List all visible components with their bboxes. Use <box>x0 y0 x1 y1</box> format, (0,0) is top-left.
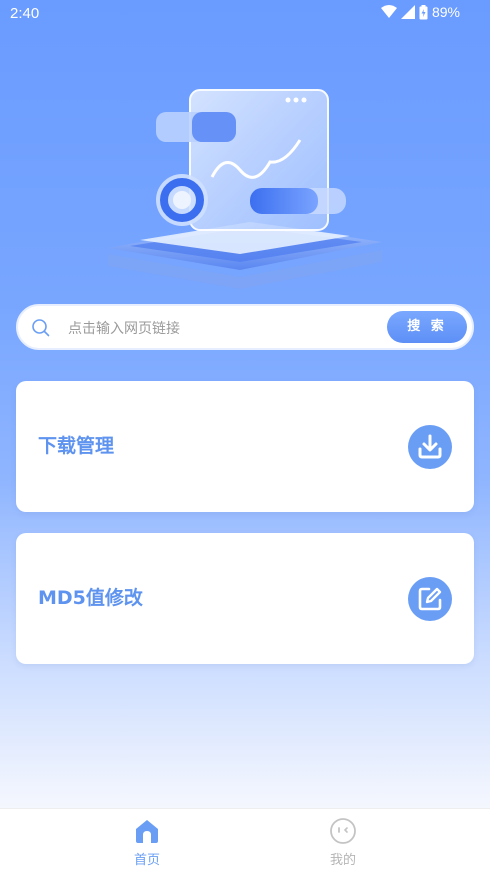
hero-illustration <box>108 89 382 289</box>
download-icon <box>408 425 452 469</box>
search-icon <box>32 319 50 337</box>
nav-item-mine[interactable]: 我的 <box>303 817 383 868</box>
wifi-icon <box>380 5 397 18</box>
download-manager-card[interactable]: 下载管理 <box>16 381 474 512</box>
battery-icon <box>419 4 428 19</box>
status-time: 2:40 <box>10 5 40 22</box>
status-bar: 2:40 89% <box>0 0 490 28</box>
cell-signal-icon <box>400 5 415 19</box>
nav-label-home: 首页 <box>133 853 160 868</box>
search-input[interactable] <box>66 314 390 344</box>
profile-face-icon <box>330 818 356 844</box>
nav-item-home[interactable]: 首页 <box>107 817 187 868</box>
status-icons: 89% <box>380 4 460 20</box>
download-manager-title: 下载管理 <box>38 435 115 457</box>
md5-modify-card[interactable]: MD5值修改 <box>16 533 474 664</box>
nav-label-mine: 我的 <box>329 853 356 868</box>
search-button[interactable]: 搜 索 <box>387 311 467 343</box>
search-bar: 搜 索 <box>16 304 474 350</box>
bottom-nav: 首页 我的 <box>0 808 490 871</box>
battery-percent: 89% <box>431 4 460 20</box>
edit-icon <box>408 577 452 621</box>
home-icon <box>136 820 158 843</box>
md5-modify-title: MD5值修改 <box>38 587 143 609</box>
app-screen: 2:40 89% 点击输入网页链接 搜 索 下载管理 MD5值修改 首页 我的 <box>0 0 490 871</box>
